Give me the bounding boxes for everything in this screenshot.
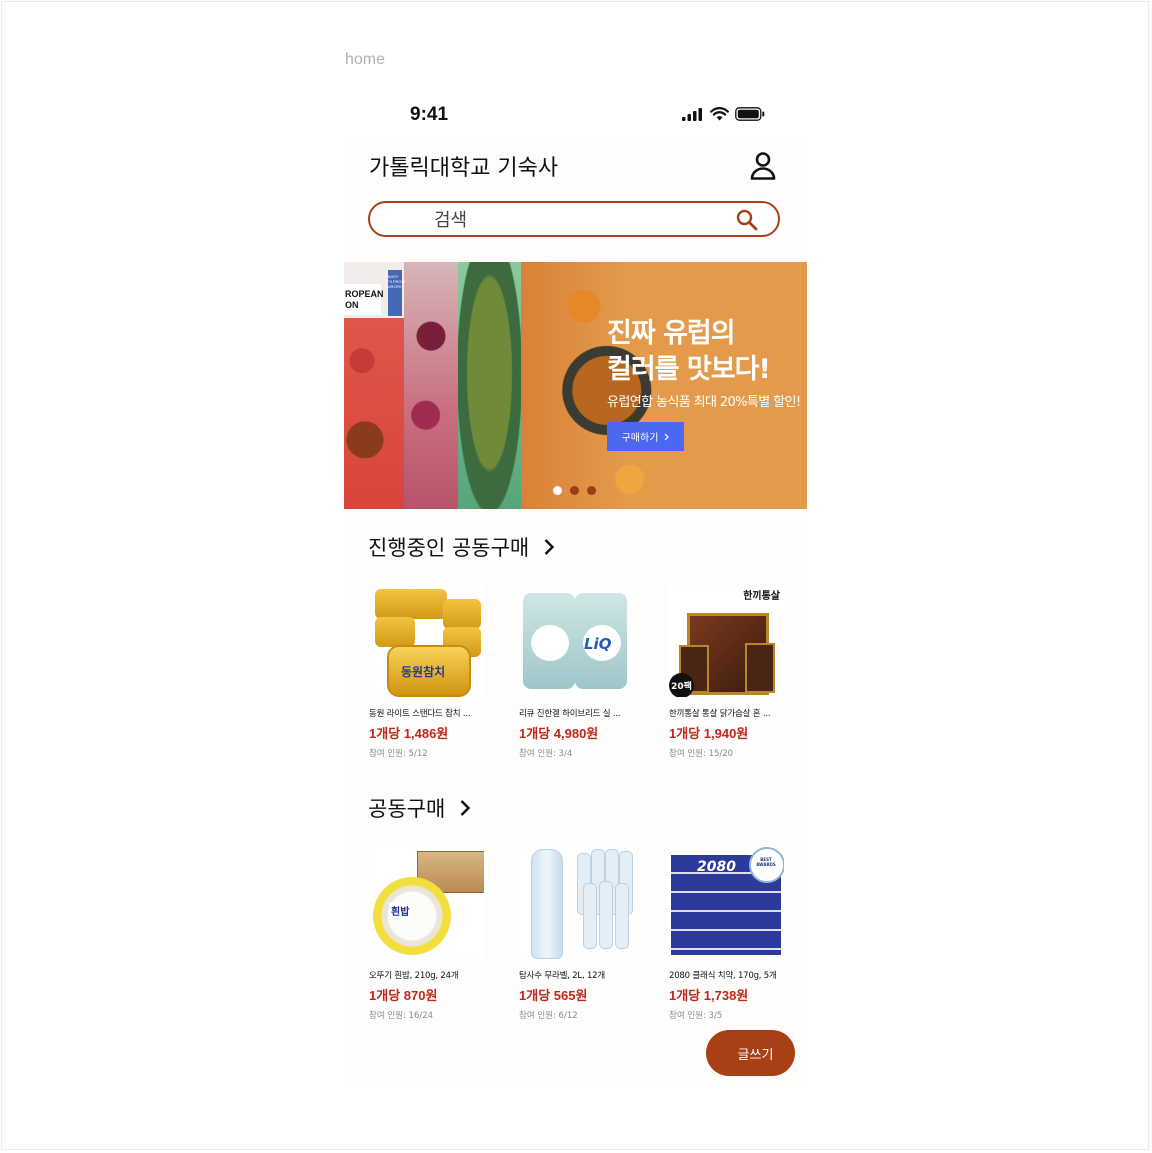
can <box>407 589 447 619</box>
product-image-text: 흰밥 <box>389 903 412 918</box>
product-name: 동원 라이트 스탠다드 참치 ... <box>369 709 471 719</box>
can <box>375 617 415 647</box>
section-header-ongoing[interactable]: 진행중인 공동구매 <box>368 532 555 562</box>
chevron-right-icon <box>664 433 670 440</box>
signal-icon <box>682 107 702 121</box>
carousel-dots <box>553 486 596 495</box>
product-image-text: 한끼통살 <box>743 591 780 602</box>
product-image-detergent: LiQ <box>519 585 634 697</box>
user-icon[interactable] <box>749 151 777 181</box>
product-image-chicken: 한끼통살 20팩 <box>669 585 784 697</box>
carousel-dot[interactable] <box>570 486 579 495</box>
search-bar[interactable] <box>368 201 780 237</box>
bottle-large <box>531 849 563 959</box>
status-bar: 9:41 <box>344 90 807 138</box>
section-header-group-buy[interactable]: 공동구매 <box>368 793 471 823</box>
product-name: 탐사수 무라벨, 2L, 12개 <box>519 971 606 981</box>
banner-corner-text-1: ROPEAN ON <box>345 289 384 310</box>
page-title: 가톨릭대학교 기숙사 <box>369 156 559 181</box>
carousel-dot[interactable] <box>553 486 562 495</box>
chevron-right-icon[interactable] <box>459 799 471 817</box>
product-image-tuna: 동원참치 <box>369 585 484 697</box>
product-price: 1개당 565원 <box>519 988 588 1003</box>
product-card[interactable]: 탐사수 무라벨, 2L, 12개 1개당 565원 참여 인원: 6/12 <box>519 847 634 1021</box>
product-list-ongoing: 동원참치 동원 라이트 스탠다드 참치 ... 1개당 1,486원 참여 인원… <box>369 585 784 759</box>
banner-title: 진짜 유럽의 컬러를 맛보다! <box>607 318 771 385</box>
product-name: 2080 클래식 치약, 170g, 5개 <box>669 971 777 981</box>
section-title: 공동구매 <box>368 797 446 821</box>
bottle-small <box>615 883 629 949</box>
banner-image-green <box>458 262 521 509</box>
product-name: 오뚜기 흰밥, 210g, 24개 <box>369 971 459 981</box>
product-image-text: LiQ <box>584 635 612 653</box>
search-input[interactable] <box>432 207 716 233</box>
badge-text: 20팩 <box>671 682 692 692</box>
product-price: 1개당 4,980원 <box>519 726 599 741</box>
status-icons <box>682 107 765 121</box>
status-time: 9:41 <box>410 104 449 125</box>
participant-count: 참여 인원: 5/12 <box>369 749 428 759</box>
product-name: 한끼통살 통살 닭가슴살 혼 ... <box>669 709 771 719</box>
product-image-text: 동원참치 <box>401 665 446 679</box>
product-card[interactable]: 한끼통살 20팩 한끼통살 통살 닭가슴살 혼 ... 1개당 1,940원 참… <box>669 585 784 759</box>
product-price: 1개당 1,738원 <box>669 988 749 1003</box>
bottle-small <box>599 881 613 949</box>
buy-button-label: 구매하기 <box>621 433 659 444</box>
participant-count: 참여 인원: 3/5 <box>669 1011 723 1021</box>
product-price: 1개당 870원 <box>369 988 438 1003</box>
product-image-rice: 흰밥 <box>369 847 484 959</box>
banner-subtitle: 유럽연합 농식품 최대 20%특별 할인! <box>607 395 801 410</box>
product-name: 리큐 진한겔 하이브리드 실 ... <box>519 709 621 719</box>
write-post-button[interactable]: 글쓰기 <box>706 1030 795 1076</box>
participant-count: 참여 인원: 16/24 <box>369 1011 434 1021</box>
pack <box>745 643 775 693</box>
participant-count: 참여 인원: 3/4 <box>519 749 573 759</box>
phone-screen: 9:41 가톨릭대학교 기숙사 검색 ROPEAN ON ENJOY IT'S … <box>344 90 807 1088</box>
pouch-label <box>531 625 569 661</box>
product-card[interactable]: 흰밥 오뚜기 흰밥, 210g, 24개 1개당 870원 참여 인원: 16/… <box>369 847 484 1021</box>
bottle-small <box>583 883 597 949</box>
product-price: 1개당 1,486원 <box>369 726 449 741</box>
product-image-toothpaste: 2080 BEST AWARDS <box>669 847 784 959</box>
bowl <box>373 877 451 955</box>
product-image-text: 2080 <box>697 859 736 875</box>
participant-count: 참여 인원: 15/20 <box>669 749 734 759</box>
product-card[interactable]: 2080 BEST AWARDS 2080 클래식 치약, 170g, 5개 1… <box>669 847 784 1021</box>
frame-label: home <box>345 51 386 68</box>
banner-image-pink <box>404 262 458 509</box>
participant-count: 참여 인원: 6/12 <box>519 1011 578 1021</box>
can <box>443 599 481 629</box>
carousel-dot[interactable] <box>587 486 596 495</box>
battery-icon <box>735 107 765 121</box>
product-card[interactable]: 동원참치 동원 라이트 스탠다드 참치 ... 1개당 1,486원 참여 인원… <box>369 585 484 759</box>
wifi-icon <box>710 107 729 121</box>
chevron-right-icon[interactable] <box>543 538 555 556</box>
product-card[interactable]: LiQ 리큐 진한겔 하이브리드 실 ... 1개당 4,980원 참여 인원:… <box>519 585 634 759</box>
banner-corner-text-2: ENJOY IT'S FROM EUROPE <box>385 274 405 289</box>
section-title: 진행중인 공동구매 <box>368 536 530 560</box>
product-list-group-buy: 흰밥 오뚜기 흰밥, 210g, 24개 1개당 870원 참여 인원: 16/… <box>369 847 784 1021</box>
award-seal-text: BEST AWARDS <box>756 857 776 867</box>
search-icon[interactable] <box>736 209 758 231</box>
promo-banner[interactable]: ROPEAN ON ENJOY IT'S FROM EUROPE 진짜 유럽의 … <box>344 262 807 509</box>
product-image-water <box>519 847 634 959</box>
badge: 20팩 <box>669 673 694 697</box>
buy-button[interactable]: 구매하기 <box>607 422 684 451</box>
product-price: 1개당 1,940원 <box>669 726 749 741</box>
